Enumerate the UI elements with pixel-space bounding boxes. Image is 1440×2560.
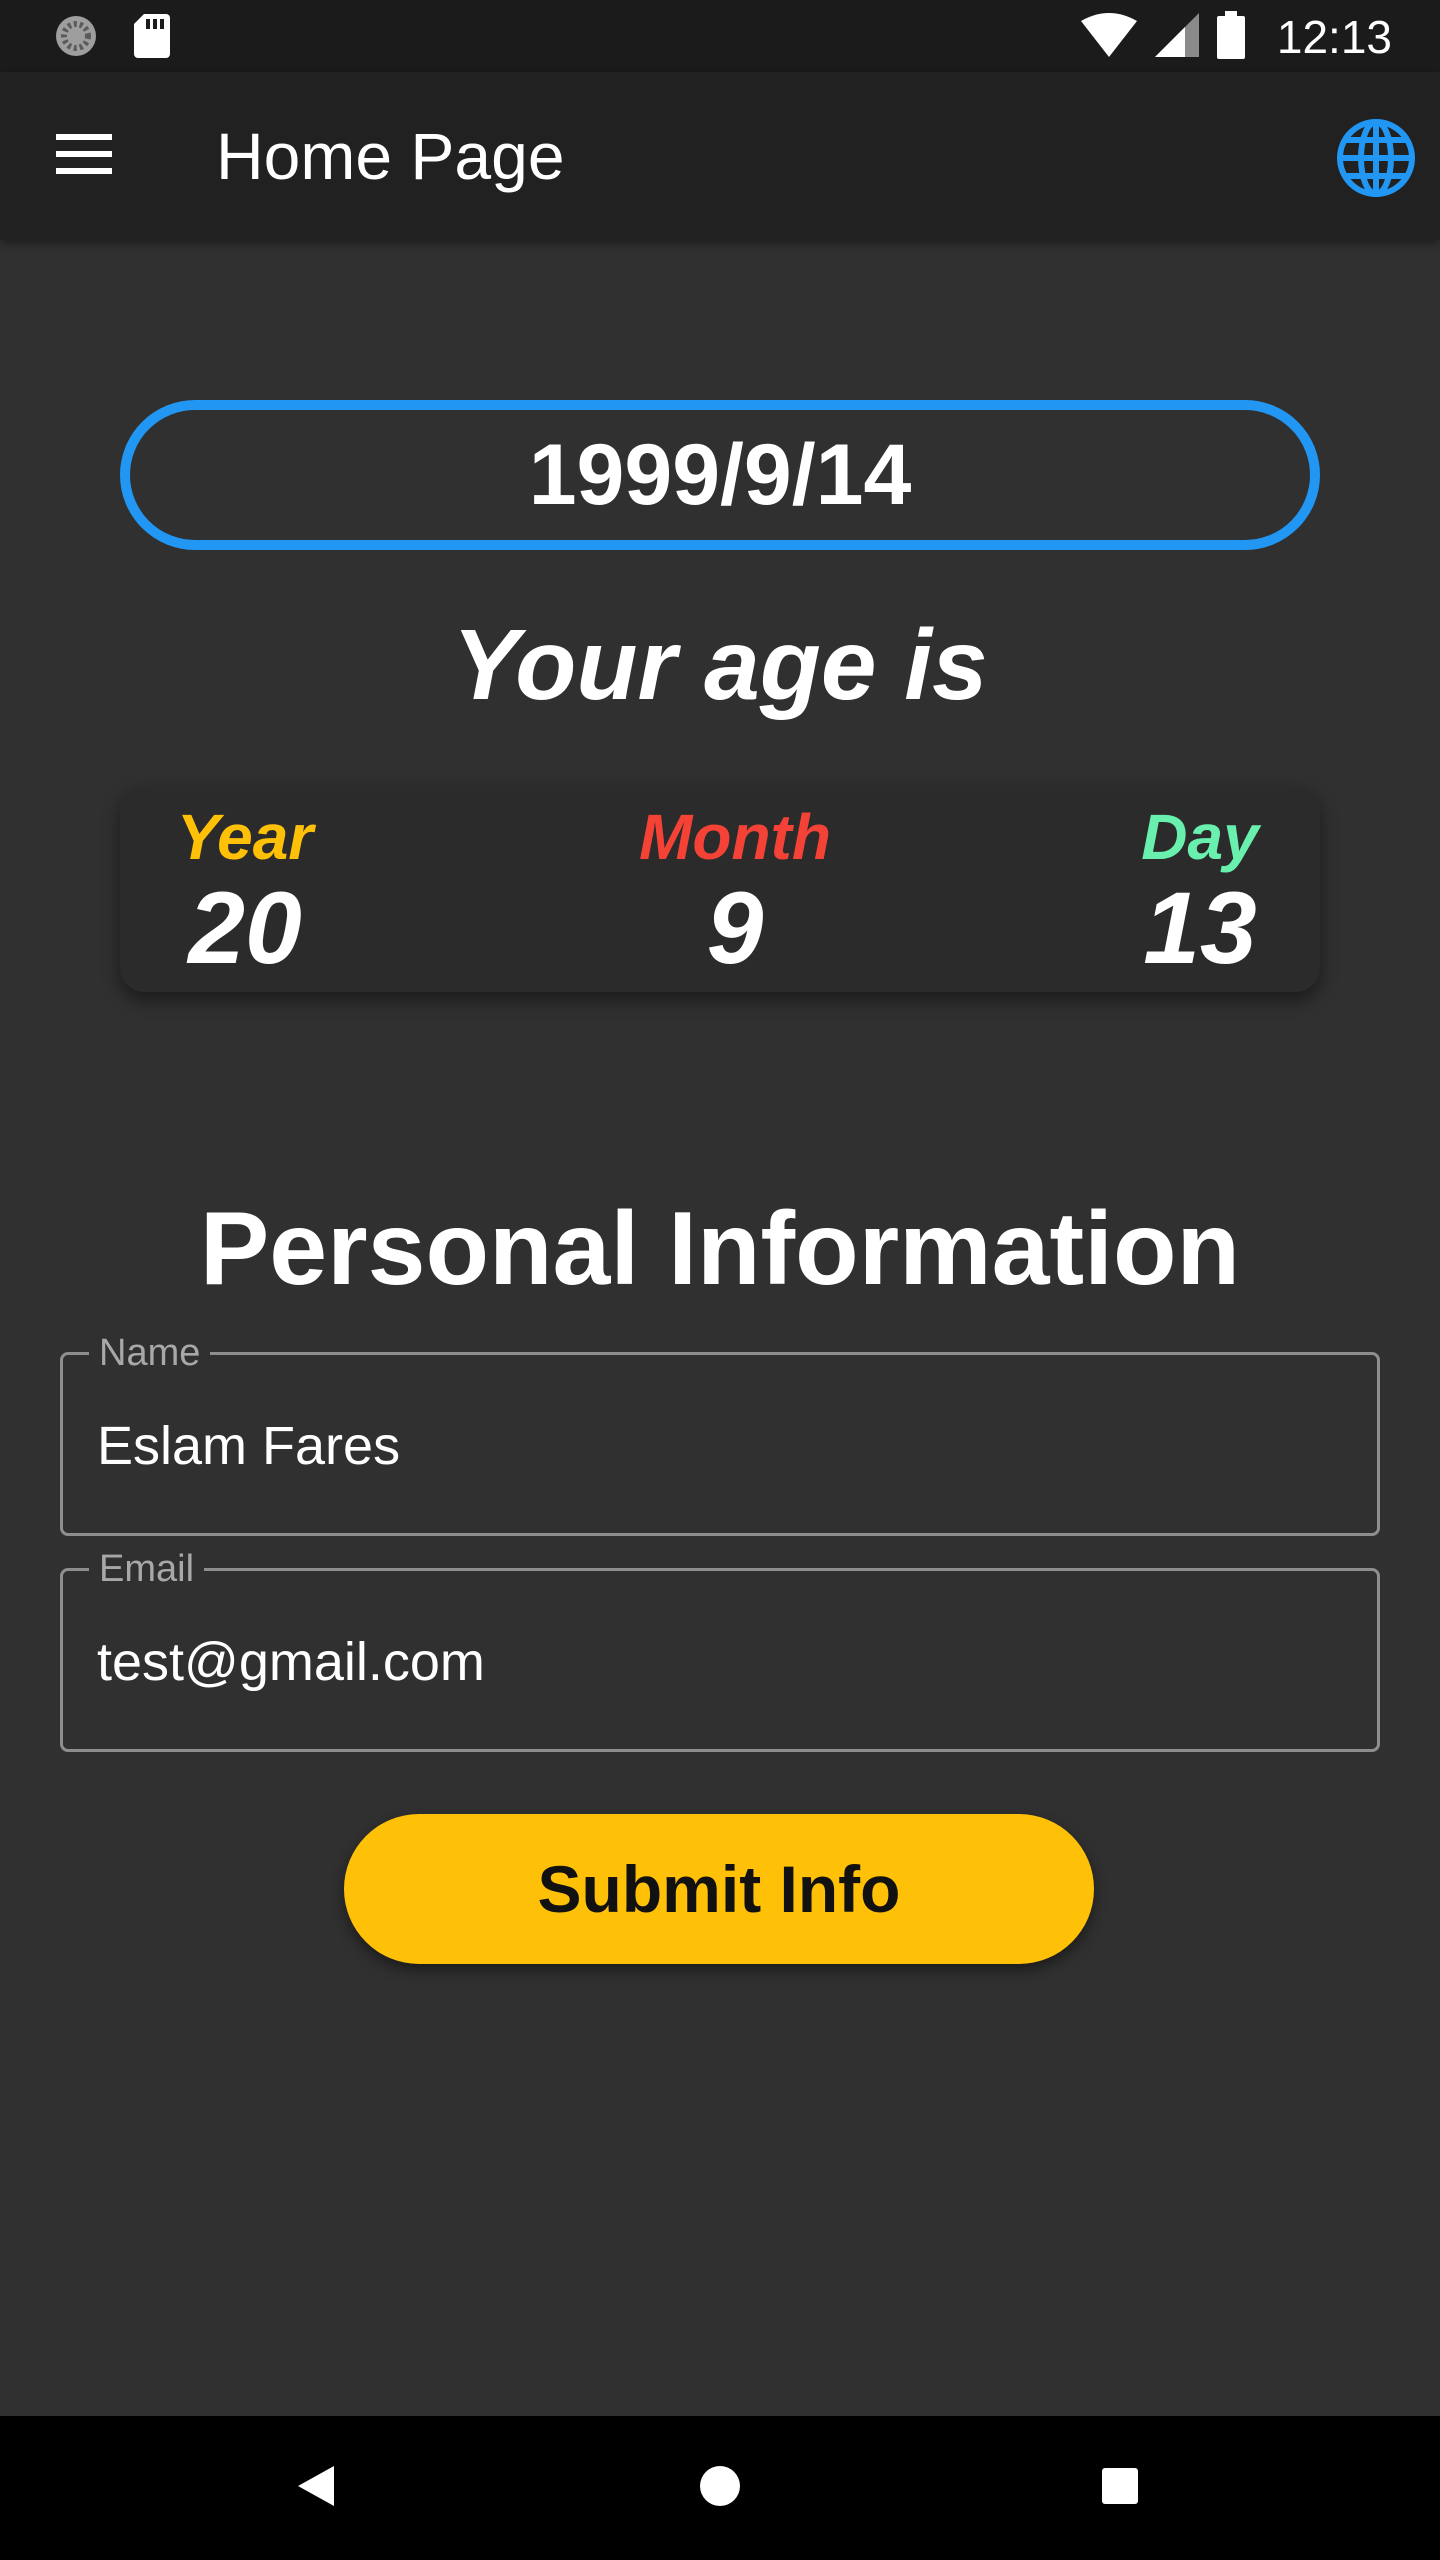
home-icon xyxy=(698,2464,742,2513)
submit-button[interactable]: Submit Info xyxy=(344,1814,1094,1964)
age-heading: Your age is xyxy=(452,609,988,721)
month-value: 9 xyxy=(706,871,764,985)
name-input[interactable] xyxy=(95,1405,1339,1487)
name-field-label: Name xyxy=(89,1329,211,1377)
wifi-icon xyxy=(1080,12,1137,62)
day-label: Day xyxy=(1141,801,1259,873)
status-bar: 12:13 xyxy=(0,0,1440,72)
birth-date-button[interactable]: 1999/9/14 xyxy=(120,400,1320,550)
email-input[interactable] xyxy=(95,1621,1339,1703)
sd-card-icon xyxy=(134,14,170,63)
age-card: Year 20 Month 9 Day 13 xyxy=(120,786,1320,992)
year-label: Year xyxy=(176,801,314,873)
section-title: Personal Information xyxy=(199,1191,1241,1307)
email-field-label: Email xyxy=(89,1545,205,1593)
recents-button[interactable] xyxy=(1084,2452,1156,2524)
app-bar: Home Page xyxy=(0,72,1440,240)
system-nav-bar xyxy=(0,2416,1440,2560)
day-value: 13 xyxy=(1143,871,1257,985)
back-icon xyxy=(294,2464,338,2513)
month-label: Month xyxy=(639,801,831,873)
menu-button[interactable] xyxy=(40,116,128,196)
recents-icon xyxy=(1100,2466,1140,2511)
back-button[interactable] xyxy=(280,2452,352,2524)
email-field: Email xyxy=(60,1545,1380,1752)
page-title: Home Page xyxy=(216,119,565,193)
age-day: Day 13 xyxy=(1120,786,1280,985)
globe-icon xyxy=(1334,119,1418,204)
age-month: Month 9 xyxy=(620,786,850,985)
home-button[interactable] xyxy=(684,2452,756,2524)
sync-icon xyxy=(54,14,98,63)
language-button[interactable] xyxy=(1334,116,1418,200)
name-field: Name xyxy=(60,1329,1380,1536)
status-time: 12:13 xyxy=(1276,11,1392,63)
birth-date-value: 1999/9/14 xyxy=(528,426,912,523)
battery-icon xyxy=(1216,10,1245,64)
hamburger-menu-icon xyxy=(56,133,112,179)
age-year: Year 20 xyxy=(150,786,340,985)
signal-icon xyxy=(1154,12,1199,62)
year-value: 20 xyxy=(188,871,302,985)
